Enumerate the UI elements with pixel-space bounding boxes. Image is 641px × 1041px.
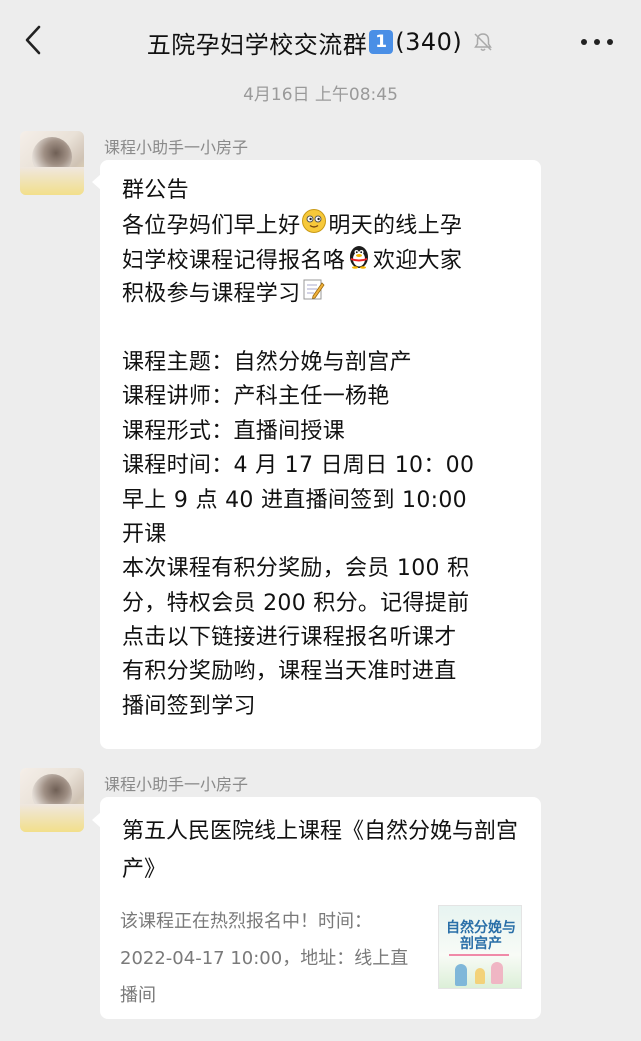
message-line: 积极参与课程学习 [122,277,474,311]
message-timestamp: 4月16日 上午08:45 [243,85,398,105]
card-title: 第五人民医院线上课程《自然分娩与剖宫产》 [122,819,519,882]
message-line: 课程时间：4 月 17 日周日 10：00 [122,453,475,479]
chat-title: 五院孕妇学校交流群 [146,30,368,59]
more-icon[interactable] [581,32,613,52]
message-line: 妇学校课程记得报名咯 欢迎大家 [122,243,474,277]
message-line: 早上 9 点 40 进直播间签到 10:00 [122,487,467,513]
message-line: 各位孕妈们早上好 明天的线上孕 [122,208,474,242]
chat-title-wrap[interactable]: 五院孕妇学校交流群 1 (340) [0,24,641,60]
sender-name: 课程小助手一小房子 [104,138,249,157]
penguin-emoji-icon [346,243,372,280]
message-line: 课程主题：自然分娩与剖宫产 [122,349,412,375]
card-description: 该课程正在热烈报名中！时间：2022-04-17 10:00，地址：线上直播间 [120,911,409,1006]
memo-emoji-icon [301,277,325,312]
message-line: 分，特权会员 200 积分。记得提前 [122,590,470,616]
sender-name: 课程小助手一小房子 [104,775,249,794]
message-line: 有积分奖励哟，课程当天准时进直 [122,659,457,685]
message-line: 本次课程有积分奖励，会员 100 积 [122,556,470,582]
chat-header: 五院孕妇学校交流群 1 (340) [0,0,641,80]
thumbnail-text: 自然分娩与剖宫产 [446,920,516,952]
link-card[interactable]: 第五人民医院线上课程《自然分娩与剖宫产》 该课程正在热烈报名中！时间：2022-… [100,797,541,1019]
mute-bell-icon [472,31,494,53]
message-line [122,312,474,346]
message-line: 群公告 [122,178,189,203]
card-thumbnail: 自然分娩与剖宫产 [438,905,522,989]
message-line: 课程讲师：产科主任一杨艳 [122,384,390,410]
message-line: 点击以下链接进行课程报名听课才 [122,625,457,651]
message-line: 课程形式：直播间授课 [122,418,346,444]
number-one-badge: 1 [369,30,394,54]
smile-emoji-icon [301,208,327,245]
message-line: 播间签到学习 [122,693,256,719]
avatar[interactable] [20,131,84,195]
message-line: 开课 [122,521,167,547]
avatar[interactable] [20,768,84,832]
message-bubble[interactable]: 群公告 各位孕妈们早上好 明天的线上孕 妇学校课程记得报名咯 欢迎大家 积极参与课程… [100,160,541,749]
member-count: (340) [395,28,463,56]
